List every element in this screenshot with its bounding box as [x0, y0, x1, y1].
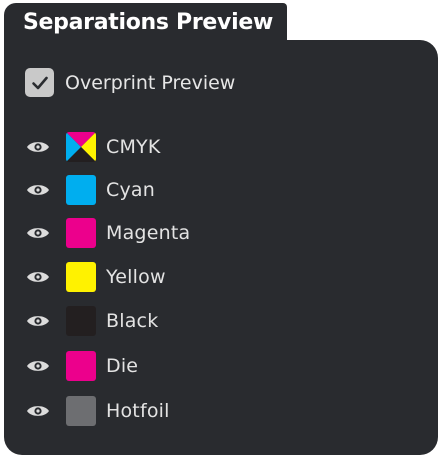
swatch-die: [66, 351, 96, 381]
panel-title: Separations Preview: [23, 10, 273, 35]
eye-icon[interactable]: [26, 183, 50, 197]
swatch-yellow: [66, 262, 96, 292]
separations-panel: Overprint Preview CMYK Cyan Magenta Yell…: [4, 40, 438, 455]
swatch-cmyk: [66, 132, 96, 162]
separation-label: Die: [106, 355, 139, 377]
separation-row-magenta[interactable]: Magenta: [26, 217, 190, 249]
swatch-hotfoil: [66, 396, 96, 426]
separation-label: Hotfoil: [106, 400, 170, 422]
overprint-preview-toggle[interactable]: Overprint Preview: [25, 68, 235, 97]
separation-row-die[interactable]: Die: [26, 350, 138, 382]
separation-label: CMYK: [106, 136, 161, 158]
separation-row-cyan[interactable]: Cyan: [26, 174, 155, 206]
separations-preview-window: Separations Preview Overprint Preview CM…: [0, 0, 440, 459]
separation-label: Yellow: [106, 266, 166, 288]
check-icon: [31, 76, 48, 89]
swatch-cyan: [66, 175, 96, 205]
eye-icon[interactable]: [26, 314, 50, 328]
eye-icon[interactable]: [26, 359, 50, 373]
separation-row-black[interactable]: Black: [26, 305, 158, 337]
overprint-label: Overprint Preview: [65, 71, 236, 94]
separation-row-yellow[interactable]: Yellow: [26, 261, 166, 293]
eye-icon[interactable]: [26, 404, 50, 418]
swatch-magenta: [66, 218, 96, 248]
overprint-checkbox[interactable]: [25, 68, 54, 97]
separation-label: Black: [106, 310, 159, 332]
eye-icon[interactable]: [26, 226, 50, 240]
separation-label: Magenta: [106, 222, 191, 244]
swatch-black: [66, 306, 96, 336]
separation-row-cmyk[interactable]: CMYK: [26, 131, 161, 163]
eye-icon[interactable]: [26, 140, 50, 154]
separation-row-hotfoil[interactable]: Hotfoil: [26, 395, 170, 427]
eye-icon[interactable]: [26, 270, 50, 284]
separation-label: Cyan: [106, 179, 155, 201]
